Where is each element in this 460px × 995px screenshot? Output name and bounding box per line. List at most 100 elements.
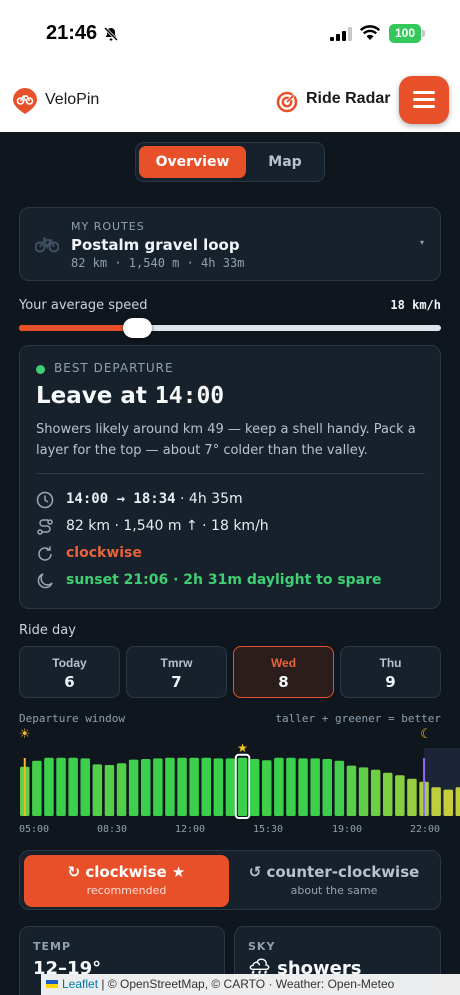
departure-bar[interactable] [189, 757, 199, 816]
ride-day-label: Ride day [19, 623, 76, 638]
departure-bar[interactable] [213, 758, 224, 816]
velopin-logo-icon[interactable] [13, 88, 37, 114]
menu-bar-icon [413, 105, 435, 108]
day-name: Thu [379, 656, 402, 670]
clockwise-sub: recommended [86, 884, 167, 897]
route-icon [37, 519, 53, 535]
sunset-text: sunset 21:06 · 2h 31m daylight to spare [66, 572, 382, 588]
departure-window-chart[interactable]: ★ ☀ ☾ 05:00 08:30 12:00 15:30 19:00 22:00 [0, 724, 460, 839]
day-button-wed[interactable]: Wed 8 [233, 646, 334, 698]
departure-bar[interactable] [165, 757, 175, 816]
radar-icon[interactable] [276, 91, 298, 113]
departure-bar[interactable] [225, 758, 236, 816]
rotate-cw-icon [38, 546, 52, 561]
status-bar: 21:46 100 [0, 0, 460, 68]
departure-bar[interactable] [431, 787, 441, 816]
route-name: Postalm gravel loop [71, 236, 240, 254]
best-departure-description: Showers likely around km 49 — keep a she… [36, 422, 416, 458]
divider [36, 473, 425, 474]
departure-bar[interactable] [92, 764, 103, 816]
departure-bar[interactable] [286, 757, 296, 816]
counter-clockwise-label: ↺ counter-clockwise [248, 863, 420, 881]
departure-bar[interactable] [370, 769, 381, 816]
hamburger-menu-button[interactable] [399, 76, 449, 124]
departure-bar[interactable] [310, 758, 320, 816]
departure-bar[interactable] [153, 758, 163, 816]
tab-map[interactable]: Map [248, 146, 322, 178]
departure-bar[interactable] [455, 787, 460, 816]
clockwise-option[interactable]: ↻ clockwise ★ recommended [24, 855, 229, 907]
night-shade [424, 748, 460, 816]
ride-radar-link[interactable]: Ride Radar [306, 90, 390, 108]
cellular-signal-icon [330, 27, 352, 41]
routes-kicker: MY ROUTES [71, 220, 145, 233]
bicycle-icon [35, 237, 59, 253]
day-number: 8 [278, 673, 289, 691]
wifi-icon [360, 25, 380, 40]
brand-name[interactable]: VeloPin [45, 91, 99, 109]
route-meta: 82 km · 1,540 m · 4h 33m [71, 256, 245, 270]
departure-bar[interactable] [395, 775, 405, 816]
departure-bar[interactable] [128, 759, 139, 816]
departure-bar[interactable] [201, 757, 212, 816]
departure-bar[interactable] [274, 757, 284, 816]
map-attribution: Leaflet | © OpenStreetMap, © CARTO · Wea… [41, 974, 460, 995]
departure-bar[interactable] [346, 765, 357, 816]
menu-bar-icon [413, 98, 435, 101]
x-tick-label: 19:00 [332, 824, 362, 835]
departure-bar[interactable] [177, 757, 187, 816]
departure-bar[interactable] [237, 757, 248, 816]
departure-bar[interactable] [407, 778, 417, 816]
best-departure-card: BEST DEPARTURE Leave at 14:00 Showers li… [19, 345, 441, 609]
status-time: 21:46 [46, 22, 98, 44]
departure-bar[interactable] [334, 760, 345, 816]
temp-kicker: TEMP [33, 940, 72, 953]
clock-icon [36, 491, 54, 509]
departure-bar[interactable] [56, 757, 66, 816]
clockwise-label: ↻ clockwise ★ [67, 863, 186, 881]
moon-icon [37, 573, 53, 589]
departure-bar[interactable] [443, 789, 454, 816]
moon-icon: ☾ [420, 727, 432, 742]
departure-bar[interactable] [141, 759, 151, 816]
chevron-down-icon: ▾ [420, 238, 425, 247]
speed-slider-thumb[interactable] [123, 318, 153, 338]
departure-bar[interactable] [249, 759, 260, 816]
departure-bar[interactable] [116, 763, 127, 816]
counter-clockwise-sub: about the same [290, 884, 378, 897]
speed-slider-track[interactable] [19, 325, 441, 331]
day-button-thu[interactable]: Thu 9 [340, 646, 441, 698]
counter-clockwise-option[interactable]: ↺ counter-clockwise about the same [232, 855, 436, 907]
battery-icon: 100 [389, 24, 421, 43]
departure-bar[interactable] [68, 757, 78, 816]
departure-bar[interactable] [44, 757, 54, 816]
view-tabs: Overview Map [135, 142, 325, 182]
time-range: 14:00 → 18:34 [66, 491, 176, 507]
x-tick-label: 22:00 [410, 824, 440, 835]
departure-bar[interactable] [80, 758, 91, 816]
star-icon: ★ [237, 741, 248, 755]
day-button-today[interactable]: Today 6 [19, 646, 120, 698]
departure-bar[interactable] [32, 760, 42, 816]
day-name: Tmrw [160, 656, 193, 670]
app-header: VeloPin Ride Radar [0, 68, 460, 132]
day-number: 7 [171, 673, 182, 691]
time-text: 14:00 → 18:34 · 4h 35m [66, 491, 243, 507]
speed-slider-fill [19, 325, 138, 331]
departure-bar[interactable] [104, 765, 115, 816]
departure-bar[interactable] [358, 767, 369, 816]
route-selector[interactable]: MY ROUTES Postalm gravel loop 82 km · 1,… [19, 207, 441, 281]
departure-bar[interactable] [298, 758, 308, 816]
tab-overview[interactable]: Overview [139, 146, 246, 178]
departure-bar[interactable] [322, 759, 333, 816]
departure-bar[interactable] [262, 760, 272, 816]
battery-tip [422, 30, 425, 37]
day-button-tmrw[interactable]: Tmrw 7 [126, 646, 227, 698]
best-departure-title: Leave at 14:00 [36, 383, 224, 409]
distance-text: 82 km · 1,540 m ↑ · 18 km/h [66, 518, 269, 534]
leaflet-link[interactable]: Leaflet [62, 977, 98, 991]
direction-text: clockwise [66, 545, 142, 561]
speed-value: 18 km/h [390, 298, 441, 312]
departure-bar[interactable] [383, 772, 393, 816]
menu-bar-icon [413, 91, 435, 94]
